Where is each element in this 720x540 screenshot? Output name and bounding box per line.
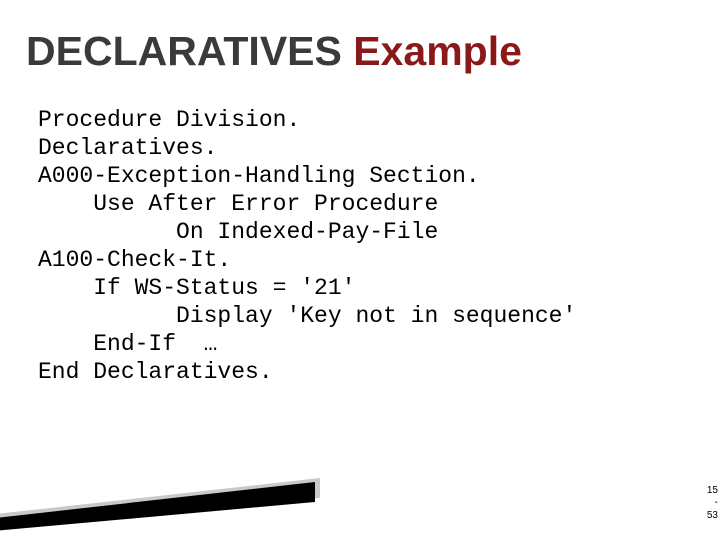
code-line: Display 'Key not in sequence'	[38, 303, 576, 329]
code-line: A000-Exception-Handling Section.	[38, 163, 480, 189]
slide-title: DECLARATIVES Example	[26, 28, 522, 75]
decorative-wedge	[0, 472, 360, 532]
code-line: Use After Error Procedure	[38, 191, 438, 217]
code-line: On Indexed-Pay-File	[38, 219, 438, 245]
title-accent: Example	[353, 28, 522, 74]
code-line: End Declaratives.	[38, 359, 273, 385]
slide: DECLARATIVES Example Procedure Division.…	[0, 0, 720, 540]
code-line: If WS-Status = '21'	[38, 275, 355, 301]
page-top: 15	[707, 485, 718, 498]
code-line: End-If …	[38, 331, 217, 357]
page-bot: 53	[707, 510, 718, 523]
title-plain: DECLARATIVES	[26, 28, 353, 74]
code-line: Procedure Division.	[38, 107, 300, 133]
code-line: A100-Check-It.	[38, 247, 231, 273]
page-number: 15 - 53	[707, 485, 718, 523]
code-block: Procedure Division. Declaratives. A000-E…	[38, 106, 576, 386]
page-mid: -	[707, 497, 718, 510]
code-line: Declaratives.	[38, 135, 217, 161]
